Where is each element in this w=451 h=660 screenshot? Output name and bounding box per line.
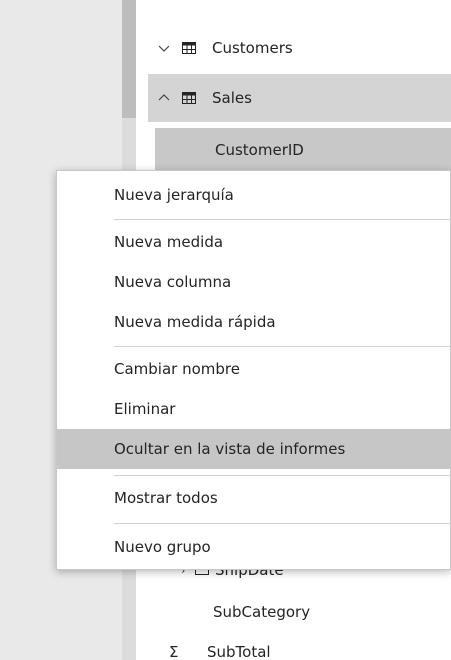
- context-menu: Nueva jerarquía Nueva medida Nueva colum…: [56, 170, 451, 570]
- chevron-up-icon[interactable]: [158, 92, 170, 104]
- field-label: SubCategory: [213, 603, 311, 621]
- table-row-customers[interactable]: Customers: [148, 24, 451, 72]
- field-subtotal[interactable]: Σ SubTotal: [155, 630, 451, 660]
- scrollbar-thumb[interactable]: [122, 0, 136, 118]
- menu-item-hide-in-report-view[interactable]: Ocultar en la vista de informes: [57, 429, 451, 469]
- field-subcategory[interactable]: SubCategory: [155, 590, 451, 634]
- field-label: SubTotal: [207, 643, 271, 660]
- menu-item-rename[interactable]: Cambiar nombre: [57, 349, 451, 389]
- chevron-down-icon[interactable]: [158, 42, 170, 54]
- menu-separator: [114, 475, 450, 476]
- menu-item-new-measure[interactable]: Nueva medida: [57, 222, 451, 262]
- menu-item-delete[interactable]: Eliminar: [57, 389, 451, 429]
- menu-item-new-hierarchy[interactable]: Nueva jerarquía: [57, 175, 451, 215]
- sigma-icon: Σ: [169, 643, 179, 660]
- field-customerid[interactable]: CustomerID: [155, 128, 451, 172]
- menu-separator: [114, 523, 450, 524]
- table-name: Customers: [212, 39, 293, 57]
- menu-item-new-column[interactable]: Nueva columna: [57, 262, 451, 302]
- table-row-sales[interactable]: Sales: [148, 74, 451, 122]
- menu-item-show-all[interactable]: Mostrar todos: [57, 478, 451, 518]
- menu-separator: [114, 219, 450, 220]
- table-name: Sales: [212, 89, 252, 107]
- field-label: CustomerID: [215, 141, 304, 159]
- menu-separator: [114, 346, 450, 347]
- menu-item-new-quick-measure[interactable]: Nueva medida rápida: [57, 302, 451, 342]
- menu-item-new-group[interactable]: Nuevo grupo: [57, 527, 451, 567]
- table-icon: [182, 42, 196, 54]
- table-icon: [182, 92, 196, 104]
